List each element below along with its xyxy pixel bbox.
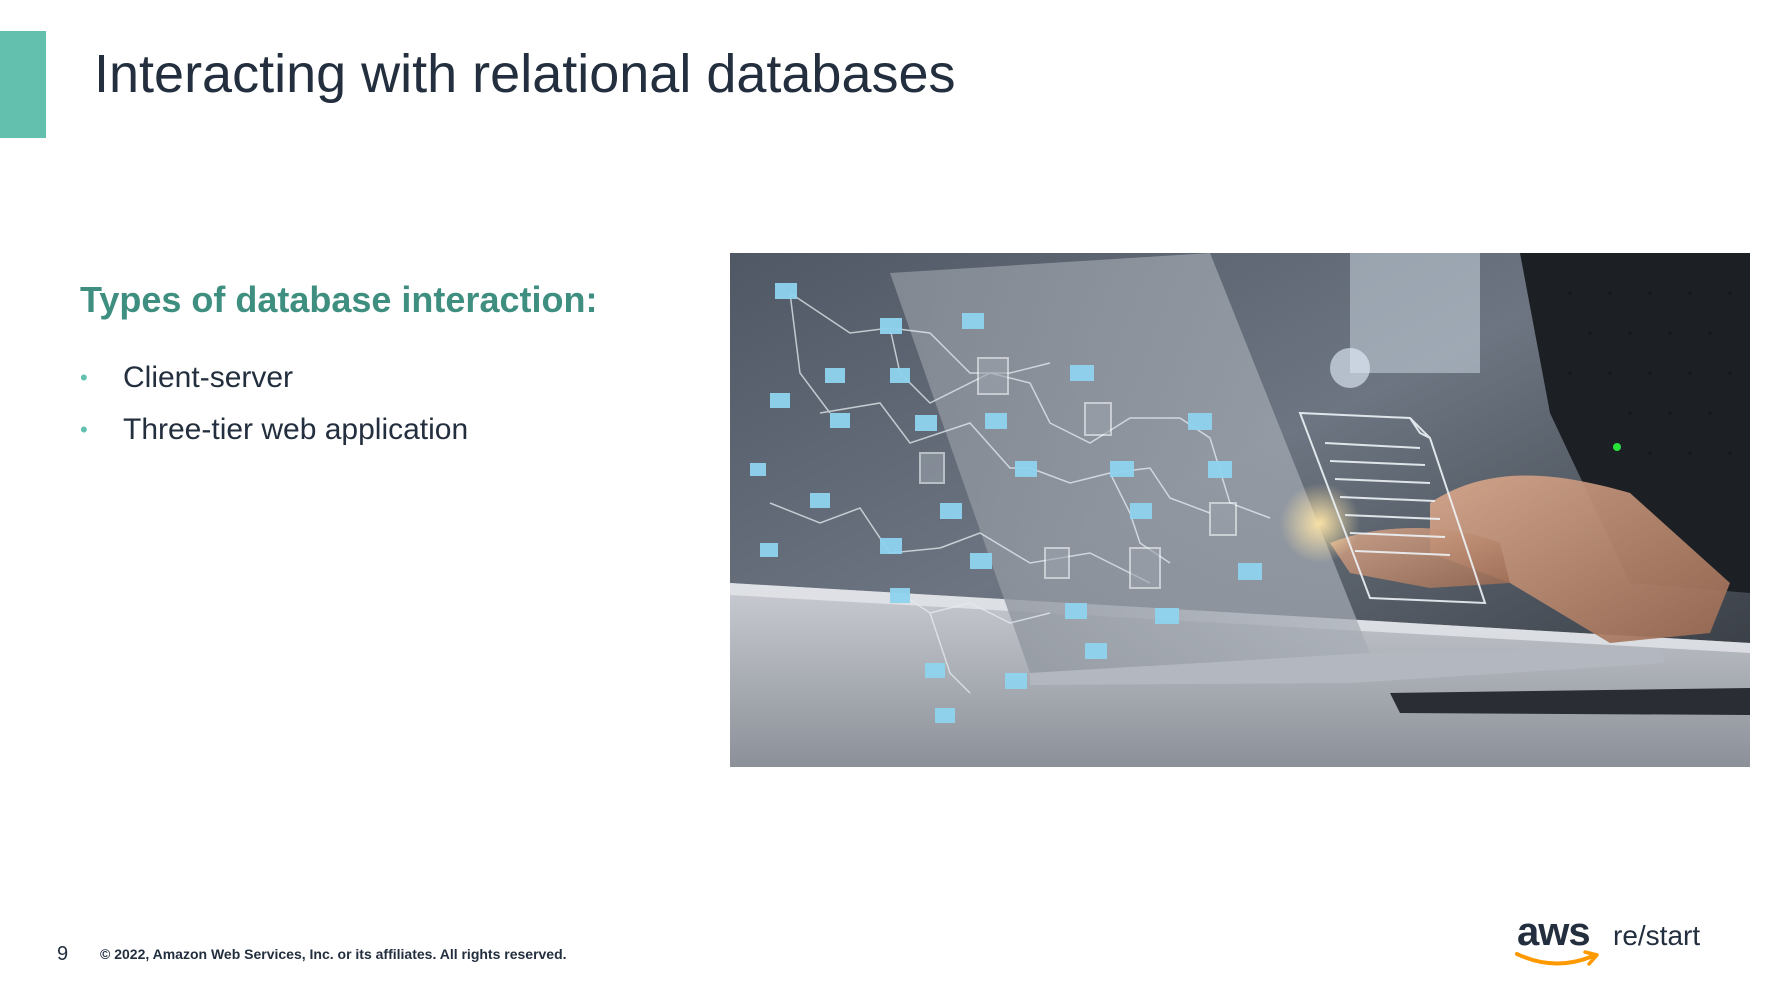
- title-accent-bar: [0, 31, 46, 138]
- hero-illustration: [730, 253, 1750, 767]
- page-number: 9: [57, 943, 69, 965]
- bullet-item-three-tier: • Three-tier web application: [80, 404, 468, 456]
- bullet-dot-icon: •: [80, 417, 88, 442]
- bullet-text: Client-server: [123, 361, 294, 394]
- slide-title: Interacting with relational databases: [94, 44, 956, 104]
- section-subheading: Types of database interaction:: [80, 279, 598, 320]
- copyright-notice: © 2022, Amazon Web Services, Inc. or its…: [100, 946, 567, 962]
- bullet-text: Three-tier web application: [123, 413, 469, 446]
- aws-restart-logo: aws re/start: [1515, 910, 1705, 976]
- bullet-list: • Client-server • Three-tier web applica…: [80, 352, 468, 456]
- restart-wordmark: re/start: [1613, 920, 1701, 951]
- laptop-database-network-photo: [730, 253, 1750, 767]
- aws-smile-icon: [1515, 950, 1599, 966]
- bullet-dot-icon: •: [80, 365, 88, 390]
- slide: Interacting with relational databases Ty…: [0, 0, 1786, 996]
- bullet-item-client-server: • Client-server: [80, 352, 468, 404]
